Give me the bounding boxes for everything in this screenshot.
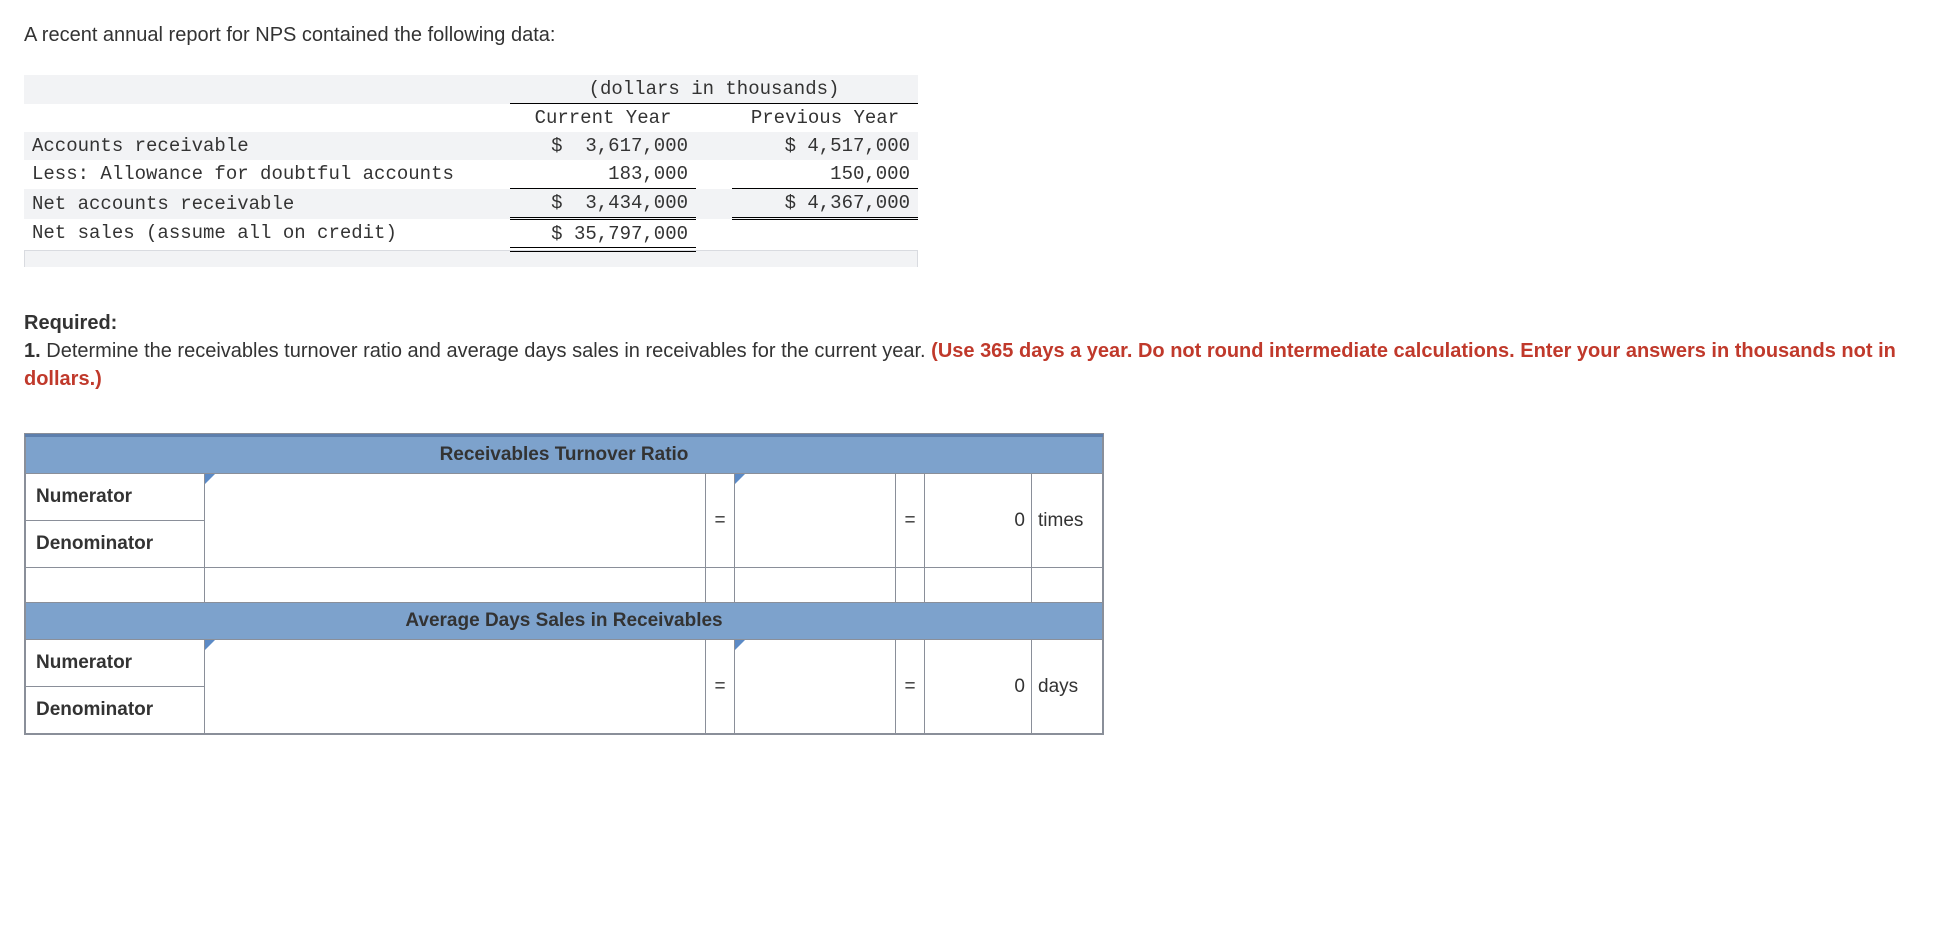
allow-label: Less: Allowance for doubtful accounts (24, 160, 510, 189)
denominator-label-1: Denominator (26, 521, 205, 568)
col-previous: Previous Year (732, 104, 918, 133)
result-1[interactable]: 0 (925, 474, 1032, 568)
allow-prev: 150,000 (732, 160, 918, 189)
unit-header: (dollars in thousands) (510, 75, 918, 104)
col-current: Current Year (510, 104, 696, 133)
sales-label: Net sales (assume all on credit) (24, 219, 510, 249)
intermediate-dropdown-2[interactable] (735, 640, 896, 734)
equals-1a: = (706, 474, 735, 568)
ar-label: Accounts receivable (24, 132, 510, 160)
sales-cur: $ 35,797,000 (510, 219, 696, 249)
question-number: 1. (24, 340, 46, 362)
result-2[interactable]: 0 (925, 640, 1032, 734)
unit-1: times (1032, 474, 1103, 568)
ar-cur: $ 3,617,000 (510, 132, 696, 160)
question-text: Determine the receivables turnover ratio… (46, 340, 931, 362)
equals-1b: = (896, 474, 925, 568)
numerator-label-2: Numerator (26, 640, 205, 687)
ar-prev: $ 4,517,000 (732, 132, 918, 160)
nar-prev: $ 4,367,000 (732, 189, 918, 219)
numerator-label-1: Numerator (26, 474, 205, 521)
section2-header: Average Days Sales in Receivables (26, 603, 1103, 640)
table-footer-bar (24, 250, 918, 267)
numerator-dropdown-2[interactable] (205, 640, 706, 734)
data-table-wrap: (dollars in thousands) Current Year Prev… (24, 75, 918, 267)
equals-2a: = (706, 640, 735, 734)
denominator-label-2: Denominator (26, 687, 205, 734)
required-section: Required: 1. Determine the receivables t… (24, 309, 1912, 393)
data-table: (dollars in thousands) Current Year Prev… (24, 75, 918, 248)
unit-2: days (1032, 640, 1103, 734)
numerator-dropdown-1[interactable] (205, 474, 706, 568)
nar-cur: $ 3,434,000 (510, 189, 696, 219)
required-heading: Required: (24, 312, 117, 334)
intro-text: A recent annual report for NPS contained… (24, 24, 1912, 47)
section1-header: Receivables Turnover Ratio (26, 436, 1103, 474)
intermediate-dropdown-1[interactable] (735, 474, 896, 568)
equals-2b: = (896, 640, 925, 734)
answer-grid: Receivables Turnover Ratio Numerator = =… (24, 433, 1104, 735)
allow-cur: 183,000 (510, 160, 696, 189)
nar-label: Net accounts receivable (24, 189, 510, 219)
